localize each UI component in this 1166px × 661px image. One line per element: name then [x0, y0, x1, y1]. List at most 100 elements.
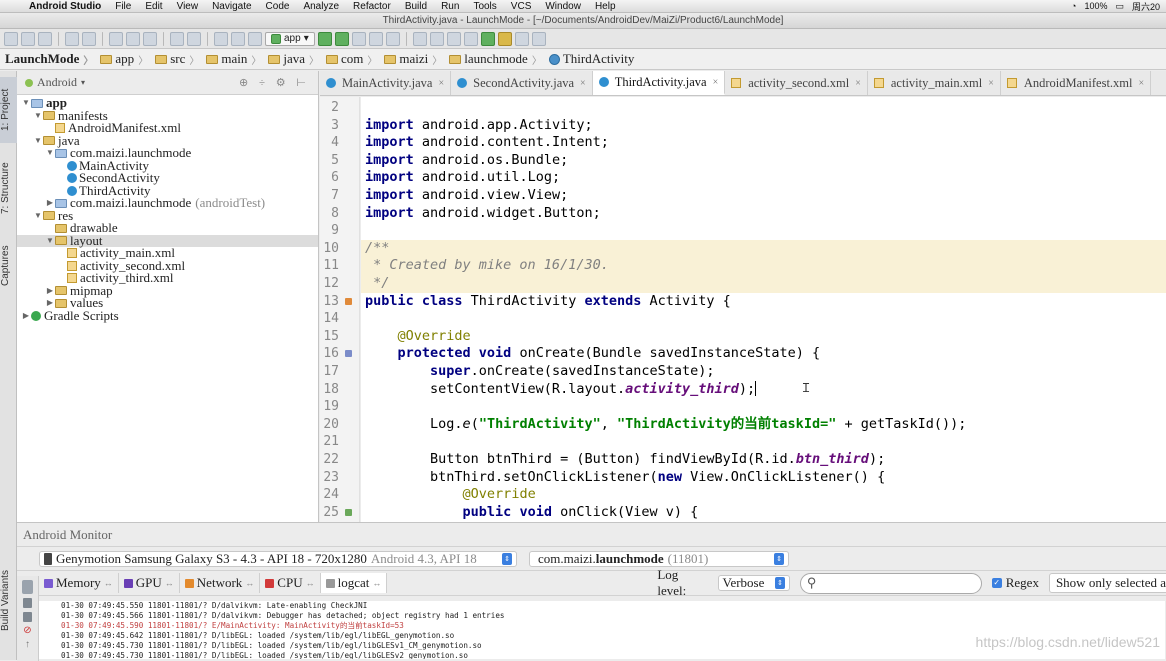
code-line[interactable]: import android.widget.Button;	[365, 205, 601, 223]
tab-gpu[interactable]: GPU↔	[119, 573, 180, 593]
code-line[interactable]: import android.app.Activity;	[365, 117, 593, 135]
open-icon[interactable]	[4, 32, 18, 46]
code-line[interactable]: import android.os.Bundle;	[365, 152, 568, 170]
chevron-right-icon[interactable]: ▶	[21, 310, 31, 323]
process-select[interactable]: com.maizi.launchmode (11801) ⇕	[529, 551, 789, 567]
code-line[interactable]: public void onClick(View v) {	[365, 504, 698, 522]
menu-run[interactable]: Run	[434, 1, 466, 12]
logcat-search-input[interactable]: ⚲	[800, 573, 982, 594]
code-line[interactable]: Log.e("ThirdActivity", "ThirdActivity的当前…	[365, 416, 966, 434]
clock-text[interactable]: 周六20	[1132, 0, 1160, 13]
gutter-marker-icon[interactable]	[345, 350, 352, 357]
clear-logcat-icon[interactable]	[22, 580, 33, 594]
close-icon[interactable]: ×	[439, 78, 445, 89]
up-arrow-icon[interactable]: ↑	[23, 640, 32, 650]
breadcrumb-item[interactable]: com〉	[323, 51, 381, 67]
sdk-manager-icon[interactable]	[464, 32, 478, 46]
close-icon[interactable]: ×	[988, 78, 994, 89]
chevron-right-icon[interactable]: ▶	[45, 285, 55, 298]
chevron-down-icon[interactable]: ▼	[33, 110, 43, 123]
regex-checkbox[interactable]: ✓Regex	[992, 575, 1039, 591]
tab-build-variants[interactable]: Build Variants	[0, 559, 17, 643]
wifi-icon[interactable]: ◔	[1071, 1, 1076, 11]
close-icon[interactable]: ×	[855, 78, 861, 89]
editor-tab[interactable]: ThirdActivity.java×	[593, 71, 726, 95]
tree-node[interactable]: activity_third.xml	[17, 272, 318, 285]
tree-node[interactable]: drawable	[17, 222, 318, 235]
cut-icon[interactable]	[109, 32, 123, 46]
breadcrumb-item[interactable]: main〉	[203, 51, 265, 67]
code-line[interactable]: Button btnThird = (Button) findViewById(…	[365, 451, 885, 469]
code-line[interactable]: */	[361, 275, 1166, 293]
menu-file[interactable]: File	[108, 1, 138, 12]
code-line[interactable]: super.onCreate(savedInstanceState);	[365, 363, 715, 381]
tree-node[interactable]: ▶mipmap	[17, 285, 318, 298]
back-icon[interactable]	[214, 32, 228, 46]
tree-node[interactable]: SecondActivity	[17, 172, 318, 185]
make-icon[interactable]	[248, 32, 262, 46]
code-line[interactable]: protected void onCreate(Bundle savedInst…	[365, 345, 820, 363]
menu-refactor[interactable]: Refactor	[346, 1, 398, 12]
menu-edit[interactable]: Edit	[138, 1, 169, 12]
code-line[interactable]: /**	[361, 240, 1166, 258]
run-config-select[interactable]: app▾	[265, 32, 315, 46]
code-line[interactable]: @Override	[365, 486, 536, 504]
menu-view[interactable]: View	[170, 1, 206, 12]
editor-tab[interactable]: SecondActivity.java×	[451, 71, 593, 95]
tree-node[interactable]: ▶Gradle Scripts	[17, 310, 318, 323]
menu-help[interactable]: Help	[588, 1, 623, 12]
editor-tab[interactable]: activity_main.xml×	[868, 71, 1001, 95]
menu-vcs[interactable]: VCS	[504, 1, 539, 12]
debug-icon[interactable]	[335, 32, 349, 46]
menu-analyze[interactable]: Analyze	[296, 1, 346, 12]
close-icon[interactable]: ×	[580, 78, 586, 89]
code-line[interactable]: import android.view.View;	[365, 187, 568, 205]
menu-app-name[interactable]: Android Studio	[22, 1, 108, 12]
breadcrumb-item[interactable]: maizi〉	[381, 51, 446, 67]
code-line[interactable]: @Override	[365, 328, 471, 346]
breadcrumb-item[interactable]: src〉	[152, 51, 203, 67]
coverage-icon[interactable]	[369, 32, 383, 46]
tree-node[interactable]: ▼com.maizi.launchmode	[17, 147, 318, 160]
breadcrumb-item[interactable]: ThirdActivity	[546, 51, 639, 67]
code-line[interactable]: import android.content.Intent;	[365, 134, 609, 152]
gutter-marker-icon[interactable]	[345, 298, 352, 305]
close-icon[interactable]: ×	[713, 77, 719, 88]
device-select[interactable]: Genymotion Samsung Galaxy S3 - 4.3 - API…	[39, 551, 517, 567]
log-level-select[interactable]: Verbose⇕	[718, 575, 790, 591]
tree-node[interactable]: MainActivity	[17, 160, 318, 173]
menu-tools[interactable]: Tools	[466, 1, 503, 12]
chevron-down-icon[interactable]: ▼	[33, 210, 43, 223]
tab-project[interactable]: 1: Project	[0, 77, 17, 143]
tree-node[interactable]: ▼res	[17, 210, 318, 223]
code-line[interactable]: import android.util.Log;	[365, 169, 560, 187]
avd-manager-icon[interactable]	[447, 32, 461, 46]
breadcrumb-item[interactable]: app〉	[97, 51, 152, 67]
tab-structure[interactable]: 7: Structure	[0, 151, 17, 225]
project-structure-icon[interactable]	[413, 32, 427, 46]
chevron-down-icon[interactable]: ▼	[33, 135, 43, 148]
breadcrumb-item[interactable]: LaunchMode〉	[2, 51, 97, 67]
tab-captures[interactable]: Captures	[0, 235, 17, 297]
close-icon[interactable]: ×	[1139, 78, 1145, 89]
attach-debugger-icon[interactable]	[352, 32, 366, 46]
breadcrumb-item[interactable]: launchmode〉	[446, 51, 546, 67]
screenshot-icon[interactable]	[23, 612, 32, 622]
undo-icon[interactable]	[65, 32, 79, 46]
sync-icon[interactable]	[38, 32, 52, 46]
android-device-monitor-icon[interactable]	[481, 32, 495, 46]
replace-icon[interactable]	[187, 32, 201, 46]
paste-icon[interactable]	[143, 32, 157, 46]
menu-navigate[interactable]: Navigate	[205, 1, 258, 12]
tab-memory[interactable]: Memory↔	[39, 573, 119, 593]
panel-actions[interactable]: ⊕ ÷ ⚙ ⊢	[239, 76, 310, 89]
copy-icon[interactable]	[126, 32, 140, 46]
menu-window[interactable]: Window	[538, 1, 588, 12]
tab-cpu[interactable]: CPU↔	[260, 573, 320, 593]
save-icon[interactable]	[21, 32, 35, 46]
project-view-select[interactable]: Android▾	[25, 75, 85, 90]
show-only-selected-select[interactable]: Show only selected applic	[1049, 573, 1166, 593]
editor-tab[interactable]: MainActivity.java×	[320, 71, 451, 95]
menu-code[interactable]: Code	[259, 1, 297, 12]
code-line[interactable]: public class ThirdActivity extends Activ…	[365, 293, 731, 311]
